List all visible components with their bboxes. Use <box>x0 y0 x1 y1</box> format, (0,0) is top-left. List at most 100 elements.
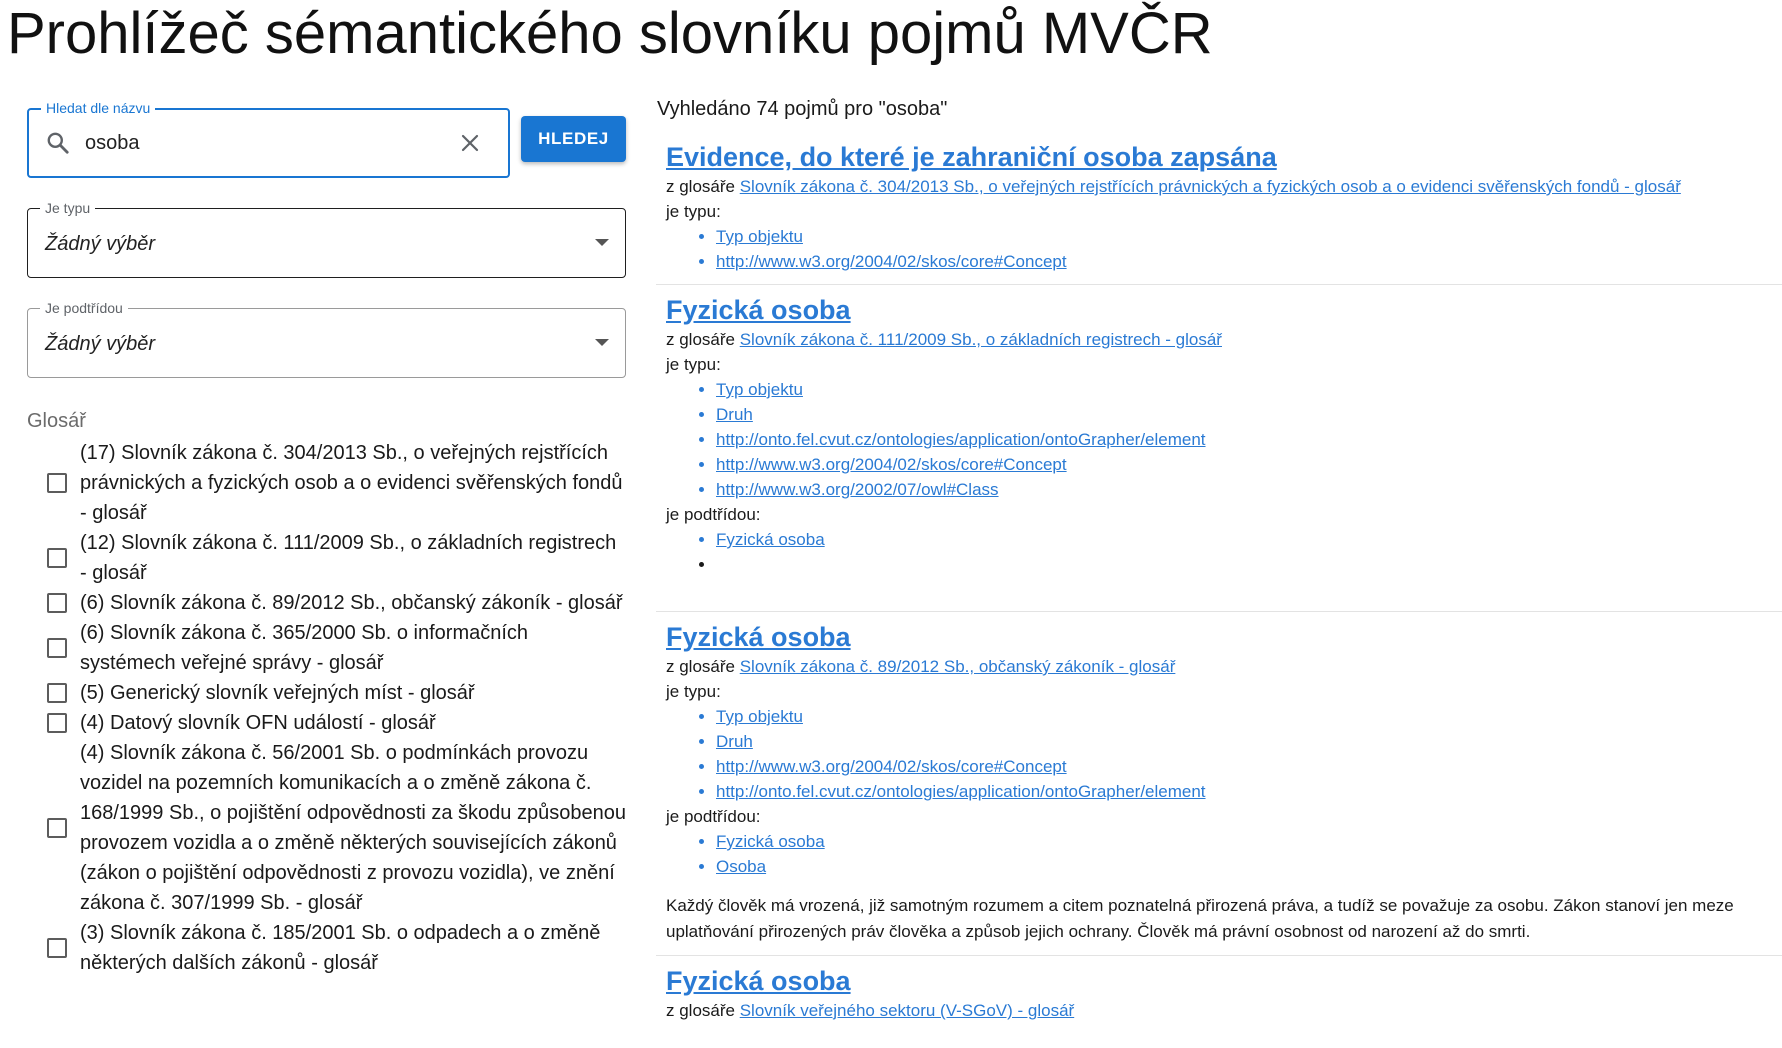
glossary-checkbox-label: (4) Datový slovník OFN událostí - glosář <box>80 712 436 734</box>
results-list: Evidence, do které je zahraniční osoba z… <box>656 132 1782 1033</box>
glossary-checkbox-label: (12) Slovník zákona č. 111/2009 Sb., o z… <box>80 532 617 584</box>
glossary-checkbox-label: (5) Generický slovník veřejných míst - g… <box>80 682 475 704</box>
glossary-link[interactable]: Slovník zákona č. 111/2009 Sb., o základ… <box>740 330 1222 349</box>
is-type-label: je typu: <box>666 202 721 221</box>
type-link[interactable]: http://onto.fel.cvut.cz/ontologies/appli… <box>716 430 1206 449</box>
type-link[interactable]: http://www.w3.org/2002/07/owl#Class <box>716 480 999 499</box>
subclass-select[interactable]: Je podtřídou Žádný výběr <box>27 300 626 378</box>
result-title-link[interactable]: Fyzická osoba <box>666 293 851 327</box>
from-glossary-label: z glosáře <box>666 657 735 676</box>
result-glossary-line: z glosáře Slovník zákona č. 89/2012 Sb.,… <box>666 654 1782 679</box>
type-link[interactable]: Typ objektu <box>716 227 803 246</box>
search-field-legend: Hledat dle názvu <box>41 100 156 116</box>
checkbox-unchecked-icon[interactable] <box>47 818 67 838</box>
result-title-link[interactable]: Fyzická osoba <box>666 964 851 998</box>
type-link[interactable]: Druh <box>716 732 753 751</box>
result-card: Fyzická osoba z glosáře Slovník zákona č.… <box>656 612 1782 956</box>
glossary-checkbox-label: (4) Slovník zákona č. 56/2001 Sb. o podm… <box>80 742 626 914</box>
type-link[interactable]: http://www.w3.org/2004/02/skos/core#Conc… <box>716 757 1067 776</box>
result-title-link[interactable]: Evidence, do které je zahraniční osoba z… <box>666 140 1277 174</box>
glossary-heading: Glosář <box>27 410 86 432</box>
type-list-item: http://onto.fel.cvut.cz/ontologies/appli… <box>716 779 1782 804</box>
subclass-select-value: Žádný výběr <box>45 333 156 355</box>
subclass-list-item: Osoba <box>716 854 1782 879</box>
type-list-item: Typ objektu <box>716 704 1782 729</box>
search-field[interactable]: Hledat dle názvu osoba <box>27 100 510 178</box>
result-title-link[interactable]: Fyzická osoba <box>666 620 851 654</box>
type-list: Typ objektu http://www.w3.org/2004/02/sko… <box>666 224 1782 274</box>
type-link[interactable]: Typ objektu <box>716 707 803 726</box>
result-description: Každý člověk má vrozená, již samotným ro… <box>666 896 1734 941</box>
result-glossary-line: z glosáře Slovník veřejného sektoru (V-S… <box>666 998 1782 1023</box>
type-link[interactable]: http://onto.fel.cvut.cz/ontologies/appli… <box>716 782 1206 801</box>
type-list-item: http://www.w3.org/2002/07/owl#Class <box>716 477 1782 502</box>
type-list-item: Druh <box>716 402 1782 427</box>
is-type-label: je typu: <box>666 355 721 374</box>
type-list-item: Typ objektu <box>716 377 1782 402</box>
type-list: Typ objektu Druh http://www.w3.org/2004/02… <box>666 704 1782 804</box>
glossary-list: (17) Slovník zákona č. 304/2013 Sb., o v… <box>27 438 627 978</box>
checkbox-unchecked-icon[interactable] <box>47 638 67 658</box>
subclass-list-item: Fyzická osoba <box>716 829 1782 854</box>
close-icon[interactable] <box>458 131 482 155</box>
from-glossary-label: z glosáře <box>666 1001 735 1020</box>
subclass-select-legend: Je podtřídou <box>40 300 128 316</box>
glossary-checkbox-label: (3) Slovník zákona č. 185/2001 Sb. o odp… <box>80 922 601 974</box>
search-input[interactable]: osoba <box>85 130 140 156</box>
type-list-item: Typ objektu <box>716 224 1782 249</box>
glossary-checkbox-item[interactable]: (5) Generický slovník veřejných míst - g… <box>27 678 627 708</box>
glossary-checkbox-label: (17) Slovník zákona č. 304/2013 Sb., o v… <box>80 442 623 524</box>
subclass-link[interactable]: Fyzická osoba <box>716 530 825 549</box>
type-link[interactable]: Druh <box>716 405 753 424</box>
search-icon <box>47 132 69 154</box>
checkbox-unchecked-icon[interactable] <box>47 473 67 493</box>
type-select[interactable]: Je typu Žádný výběr <box>27 200 626 278</box>
result-glossary-line: z glosáře Slovník zákona č. 111/2009 Sb.… <box>666 327 1782 352</box>
glossary-link[interactable]: Slovník veřejného sektoru (V-SGoV) - glo… <box>740 1001 1074 1020</box>
type-list-item: http://www.w3.org/2004/02/skos/core#Conc… <box>716 249 1782 274</box>
caret-down-icon <box>595 239 609 246</box>
type-list-item: http://www.w3.org/2004/02/skos/core#Conc… <box>716 754 1782 779</box>
glossary-checkbox-item[interactable]: (6) Slovník zákona č. 365/2000 Sb. o inf… <box>27 618 627 678</box>
result-glossary-line: z glosáře Slovník zákona č. 304/2013 Sb.… <box>666 174 1782 199</box>
result-count: Vyhledáno 74 pojmů pro "osoba" <box>657 98 948 120</box>
glossary-checkbox-item[interactable]: (3) Slovník zákona č. 185/2001 Sb. o odp… <box>27 918 627 978</box>
type-select-value: Žádný výběr <box>45 233 156 255</box>
subclass-link[interactable]: Fyzická osoba <box>716 832 825 851</box>
subclass-link[interactable]: Osoba <box>716 857 766 876</box>
result-card: Fyzická osoba z glosáře Slovník veřejného… <box>656 956 1782 1033</box>
glossary-checkbox-item[interactable]: (4) Slovník zákona č. 56/2001 Sb. o podm… <box>27 738 627 918</box>
is-subclass-label: je podtřídou: <box>666 505 761 524</box>
subclass-list: Fyzická osoba Osoba <box>666 829 1782 879</box>
glossary-checkbox-label: (6) Slovník zákona č. 89/2012 Sb., občan… <box>80 592 623 614</box>
from-glossary-label: z glosáře <box>666 330 735 349</box>
is-subclass-label: je podtřídou: <box>666 807 761 826</box>
glossary-checkbox-item[interactable]: (4) Datový slovník OFN událostí - glosář <box>27 708 627 738</box>
glossary-checkbox-label: (6) Slovník zákona č. 365/2000 Sb. o inf… <box>80 622 529 674</box>
type-link[interactable]: Typ objektu <box>716 380 803 399</box>
type-link[interactable]: http://www.w3.org/2004/02/skos/core#Conc… <box>716 455 1067 474</box>
glossary-link[interactable]: Slovník zákona č. 304/2013 Sb., o veřejn… <box>740 177 1681 196</box>
subclass-list-item <box>716 552 1782 577</box>
search-button[interactable]: HLEDEJ <box>521 116 626 162</box>
caret-down-icon <box>595 339 609 346</box>
checkbox-unchecked-icon[interactable] <box>47 683 67 703</box>
glossary-checkbox-item[interactable]: (17) Slovník zákona č. 304/2013 Sb., o v… <box>27 438 627 528</box>
type-link[interactable]: http://www.w3.org/2004/02/skos/core#Conc… <box>716 252 1067 271</box>
checkbox-unchecked-icon[interactable] <box>47 938 67 958</box>
type-list-item: http://www.w3.org/2004/02/skos/core#Conc… <box>716 452 1782 477</box>
from-glossary-label: z glosáře <box>666 177 735 196</box>
type-list: Typ objektu Druh http://onto.fel.cvut.cz/o… <box>666 377 1782 502</box>
checkbox-unchecked-icon[interactable] <box>47 713 67 733</box>
checkbox-unchecked-icon[interactable] <box>47 593 67 613</box>
result-card: Evidence, do které je zahraniční osoba z… <box>656 132 1782 285</box>
subclass-list: Fyzická osoba <box>666 527 1782 577</box>
result-card: Fyzická osoba z glosáře Slovník zákona č.… <box>656 285 1782 612</box>
subclass-list-item: Fyzická osoba <box>716 527 1782 552</box>
glossary-checkbox-item[interactable]: (12) Slovník zákona č. 111/2009 Sb., o z… <box>27 528 627 588</box>
type-list-item: Druh <box>716 729 1782 754</box>
glossary-link[interactable]: Slovník zákona č. 89/2012 Sb., občanský … <box>740 657 1176 676</box>
page-title: Prohlížeč sémantického slovníku pojmů MV… <box>7 1 1213 66</box>
checkbox-unchecked-icon[interactable] <box>47 548 67 568</box>
glossary-checkbox-item[interactable]: (6) Slovník zákona č. 89/2012 Sb., občan… <box>27 588 627 618</box>
